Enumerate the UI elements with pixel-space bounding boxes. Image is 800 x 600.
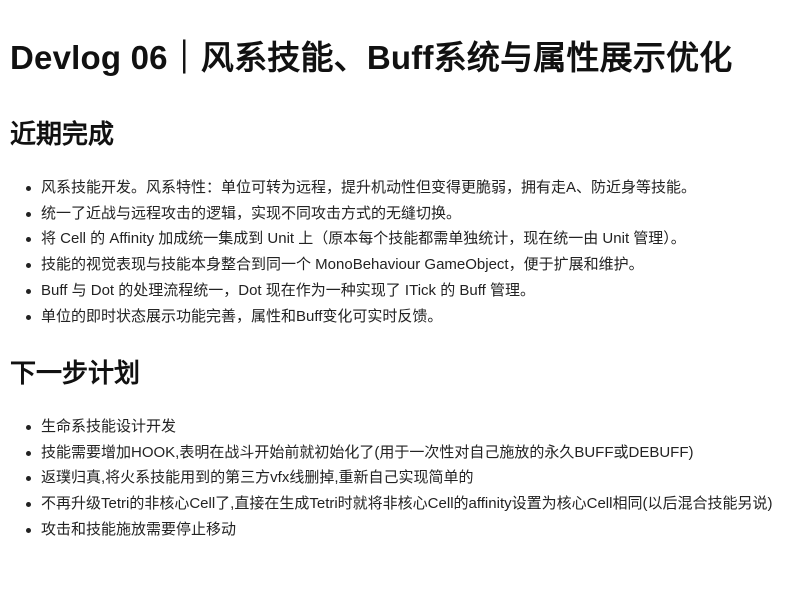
bullet-icon xyxy=(26,314,31,320)
list-item-text: 返璞归真,将火系技能用到的第三方vfx线删掉,重新自己实现简单的 xyxy=(41,469,474,487)
list-item-text: 技能需要增加HOOK,表明在战斗开始前就初始化了(用于一次性对自己施放的永久BU… xyxy=(41,443,694,461)
bullet-icon xyxy=(26,186,31,191)
bullet-icon xyxy=(26,476,31,482)
list-item-text: 将 Cell 的 Affinity 加成统一集成到 Unit 上（原本每个技能都… xyxy=(41,230,686,248)
list-item: 攻击和技能施放需要停止移动 xyxy=(24,517,788,543)
page-title: Devlog 06｜风系技能、Buff系统与属性展示优化 xyxy=(10,39,733,76)
bullet-icon xyxy=(26,237,31,243)
list-item: 技能的视觉表现与技能本身整合到同一个 MonoBehaviour GameObj… xyxy=(24,252,788,278)
list-item: 统一了近战与远程攻击的逻辑，实现不同攻击方式的无缝切换。 xyxy=(24,201,788,227)
bullet-icon xyxy=(26,288,31,294)
list-item-text: 攻击和技能施放需要停止移动 xyxy=(41,520,237,538)
section-heading-next-plan: 下一步计划 xyxy=(10,358,141,388)
list-item-text: 单位的即时状态展示功能完善，属性和Buff变化可实时反馈。 xyxy=(41,307,443,325)
list-item: 返璞归真,将火系技能用到的第三方vfx线删掉,重新自己实现简单的 xyxy=(24,465,788,491)
list-item: 生命系技能设计开发 xyxy=(24,414,788,440)
next-plan-list: 生命系技能设计开发 技能需要增加HOOK,表明在战斗开始前就初始化了(用于一次性… xyxy=(24,414,788,543)
list-item: 技能需要增加HOOK,表明在战斗开始前就初始化了(用于一次性对自己施放的永久BU… xyxy=(24,440,788,466)
bullet-icon xyxy=(26,425,31,430)
devlog-page: Devlog 06｜风系技能、Buff系统与属性展示优化 近期完成 风系技能开发… xyxy=(0,0,800,600)
list-item: 单位的即时状态展示功能完善，属性和Buff变化可实时反馈。 xyxy=(24,304,788,330)
list-item: 将 Cell 的 Affinity 加成统一集成到 Unit 上（原本每个技能都… xyxy=(24,226,788,252)
list-item-text: 风系技能开发。风系特性：单位可转为远程，提升机动性但变得更脆弱，拥有走A、防近身… xyxy=(41,179,697,196)
bullet-icon xyxy=(26,211,31,217)
list-item-text: 生命系技能设计开发 xyxy=(41,418,177,435)
list-item: 风系技能开发。风系特性：单位可转为远程，提升机动性但变得更脆弱，拥有走A、防近身… xyxy=(24,175,788,201)
section-heading-recent: 近期完成 xyxy=(10,119,115,149)
bullet-icon xyxy=(26,502,31,508)
bullet-icon xyxy=(26,527,31,533)
list-item-text: Buff 与 Dot 的处理流程统一，Dot 现在作为一种实现了 ITick 的… xyxy=(41,281,535,299)
bullet-icon xyxy=(26,263,31,269)
recent-completed-list: 风系技能开发。风系特性：单位可转为远程，提升机动性但变得更脆弱，拥有走A、防近身… xyxy=(24,175,788,329)
list-item-text: 不再升级Tetri的非核心Cell了,直接在生成Tetri时就将非核心Cell的… xyxy=(41,495,773,513)
list-item-text: 技能的视觉表现与技能本身整合到同一个 MonoBehaviour GameObj… xyxy=(41,256,644,274)
list-item-text: 统一了近战与远程攻击的逻辑，实现不同攻击方式的无缝切换。 xyxy=(41,204,462,222)
list-item: 不再升级Tetri的非核心Cell了,直接在生成Tetri时就将非核心Cell的… xyxy=(24,491,788,517)
list-item: Buff 与 Dot 的处理流程统一，Dot 现在作为一种实现了 ITick 的… xyxy=(24,278,788,304)
bullet-icon xyxy=(26,450,31,456)
